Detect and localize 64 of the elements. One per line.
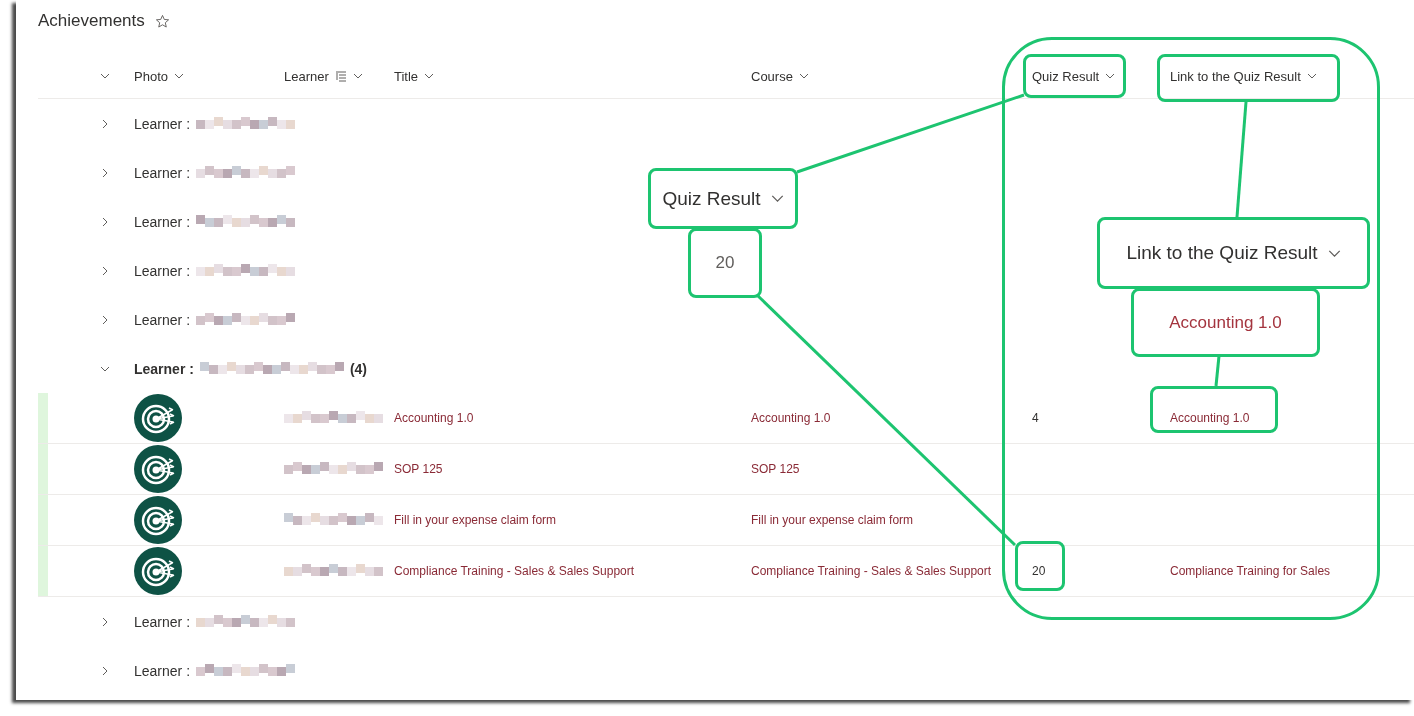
group-count: (4) <box>349 360 368 377</box>
group-indicator-bar <box>38 546 48 596</box>
chevron-down-icon <box>1306 71 1317 81</box>
chevron-down-icon <box>424 71 435 81</box>
title-link[interactable]: SOP 125 <box>394 462 443 476</box>
course-link[interactable]: Accounting 1.0 <box>751 411 831 425</box>
title-link[interactable]: Compliance Training - Sales & Sales Support <box>394 564 635 578</box>
group-label: Learner : <box>134 662 191 679</box>
chevron-right-icon <box>100 616 110 627</box>
course-link[interactable]: Compliance Training - Sales & Sales Support <box>751 564 992 578</box>
column-header[interactable]: Photo <box>134 68 184 84</box>
callout-header-text: Quiz Result <box>662 187 761 210</box>
target-avatar-icon <box>134 496 182 544</box>
group-label: Learner : <box>134 311 191 328</box>
expand-group-button[interactable] <box>100 216 110 227</box>
chevron-right-icon <box>100 216 110 227</box>
callout-value-text: 20 <box>715 253 735 273</box>
expand-group-button[interactable] <box>100 118 110 129</box>
chevron-down-icon <box>174 71 184 81</box>
target-avatar-icon <box>134 394 182 442</box>
title-link[interactable]: Fill in your expense claim form <box>394 513 557 527</box>
chevron-right-icon <box>100 665 110 676</box>
chevron-right-icon <box>100 265 110 276</box>
group-label: Learner : <box>134 613 191 630</box>
chevron-down-icon <box>798 71 809 81</box>
group-indicator-bar <box>38 444 48 494</box>
quiz-result-cell: 4 <box>1032 411 1039 425</box>
group-label: Learner : <box>134 115 191 132</box>
favorite-star-icon[interactable] <box>154 13 170 29</box>
target-avatar-icon <box>134 445 182 493</box>
collapse-all-button[interactable] <box>100 71 110 81</box>
quiz-result-cell: 20 <box>1032 564 1046 578</box>
course-link[interactable]: SOP 125 <box>751 462 800 476</box>
chevron-right-icon <box>100 314 110 325</box>
callout-header-text: Link to the Quiz Result <box>1126 242 1318 264</box>
target-avatar-icon <box>134 547 182 595</box>
expand-group-button[interactable] <box>100 314 110 325</box>
chevron-down-icon <box>1105 71 1116 81</box>
column-header[interactable]: Quiz Result <box>1032 68 1116 84</box>
group-indicator-bar <box>38 495 48 545</box>
chevron-right-icon <box>100 118 110 129</box>
column-header[interactable]: Course <box>751 68 809 84</box>
group-label: Learner : <box>134 213 191 230</box>
group-label: Learner : <box>134 164 191 181</box>
column-header[interactable]: Title <box>394 68 435 84</box>
quiz-result-link[interactable]: Accounting 1.0 <box>1170 411 1250 425</box>
expand-group-button[interactable] <box>100 665 110 676</box>
group-by-icon <box>334 70 347 82</box>
expand-group-button[interactable] <box>100 167 110 178</box>
column-header[interactable]: Learner <box>284 68 363 84</box>
callout-value-text: Accounting 1.0 <box>1169 312 1282 333</box>
chevron-down-icon <box>100 71 110 81</box>
expand-group-button[interactable] <box>100 616 110 627</box>
list-title: Achievements <box>38 11 145 31</box>
title-link[interactable]: Accounting 1.0 <box>394 411 474 425</box>
group-label: Learner : <box>134 360 194 377</box>
quiz-result-link[interactable]: Compliance Training for Sales <box>1170 564 1331 578</box>
chevron-down-icon <box>352 71 363 81</box>
group-label: Learner : <box>134 262 191 279</box>
expand-group-button[interactable] <box>100 265 110 276</box>
column-header[interactable]: Link to the Quiz Result <box>1170 68 1317 84</box>
course-link[interactable]: Fill in your expense claim form <box>751 513 914 527</box>
chevron-right-icon <box>100 167 110 178</box>
group-indicator-bar <box>38 393 48 443</box>
